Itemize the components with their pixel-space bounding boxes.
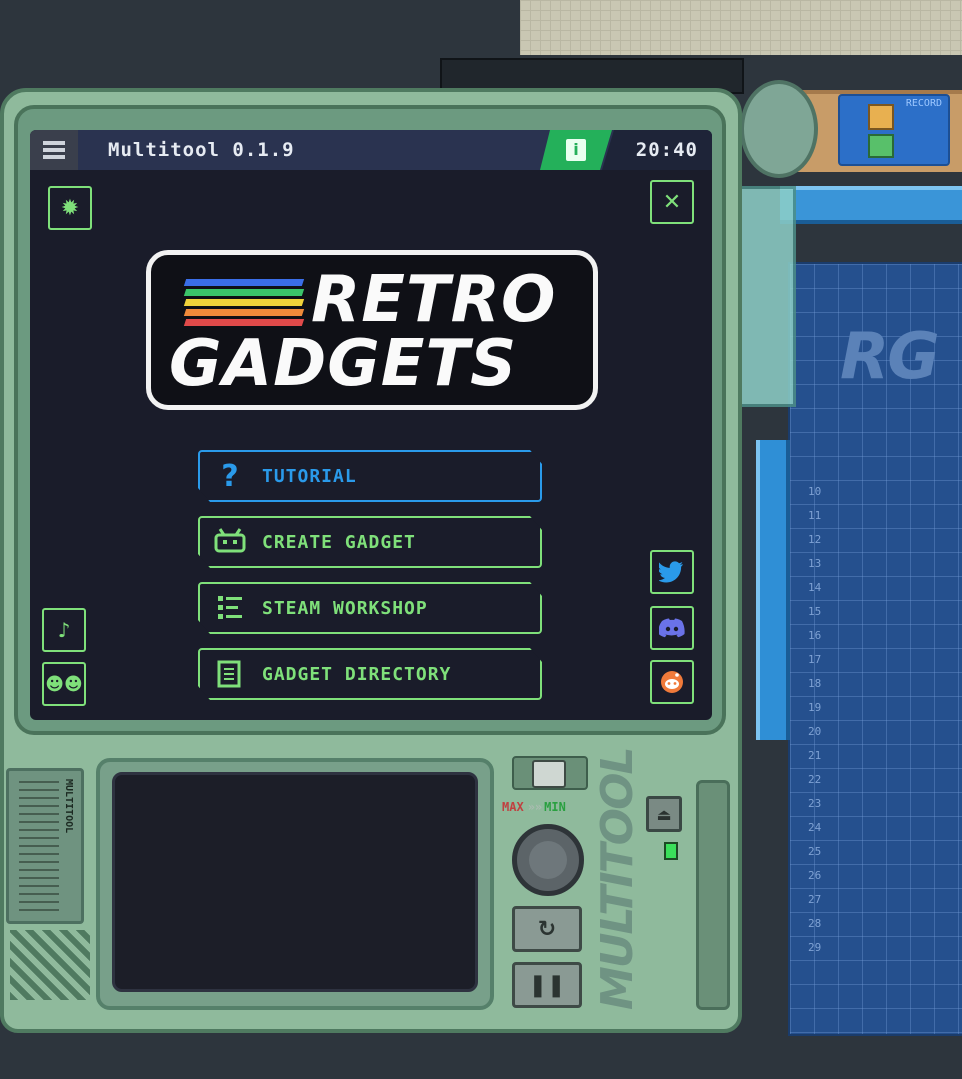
logo-line-2: GADGETS bbox=[169, 327, 518, 401]
logo-stripe bbox=[183, 299, 305, 306]
blue-pipe-vertical bbox=[756, 440, 790, 740]
logo-line-1: RETRO bbox=[311, 263, 557, 337]
menu-item-label: TUTORIAL bbox=[262, 465, 357, 487]
menu-item-create-gadget[interactable]: CREATE GADGET bbox=[198, 516, 542, 568]
ruler-number: 14 bbox=[808, 581, 822, 594]
pause-icon: ❚❚ bbox=[528, 972, 566, 998]
menu-item-steam-workshop[interactable]: STEAM WORKSHOP bbox=[198, 582, 542, 634]
logo-stripes bbox=[183, 279, 305, 329]
ruler-number: 11 bbox=[808, 509, 822, 522]
multitool-brand: MULTITOOL bbox=[592, 748, 643, 1010]
ruler-number: 10 bbox=[808, 485, 822, 498]
ruler-number: 15 bbox=[808, 605, 822, 618]
grid-paper bbox=[520, 0, 962, 55]
record-label: RECORD bbox=[905, 98, 942, 109]
document-icon bbox=[214, 658, 246, 690]
mat-logo: RG bbox=[840, 320, 940, 394]
discord-button[interactable] bbox=[650, 606, 694, 650]
logo-stripe bbox=[183, 319, 305, 326]
ruler-number: 16 bbox=[808, 629, 822, 642]
eject-button[interactable]: ⏏ bbox=[646, 796, 682, 832]
arrows-icon: »» bbox=[527, 800, 543, 814]
menu-item-label: STEAM WORKSHOP bbox=[262, 597, 428, 619]
secondary-screen bbox=[112, 772, 478, 992]
blue-pipe-horizontal bbox=[780, 186, 962, 224]
reset-button[interactable]: ↻ bbox=[512, 906, 582, 952]
menu-item-label: CREATE GADGET bbox=[262, 531, 416, 553]
ruler-number: 24 bbox=[808, 821, 822, 834]
switch-knob[interactable] bbox=[532, 760, 566, 788]
ruler-number: 20 bbox=[808, 725, 822, 738]
ruler-number: 13 bbox=[808, 557, 822, 570]
ruler-number: 17 bbox=[808, 653, 822, 666]
menu-button[interactable] bbox=[30, 130, 78, 170]
mat-ruler: 10 11 12 13 14 15 16 17 18 19 20 21 22 23 24 25 26 27 28 29 bbox=[808, 480, 830, 960]
gear-icon: ✹ bbox=[60, 195, 80, 221]
ruler-number: 26 bbox=[808, 869, 822, 882]
question-mark-icon: ? bbox=[221, 458, 239, 494]
info-button[interactable]: i bbox=[540, 130, 612, 170]
record-button[interactable] bbox=[868, 104, 894, 130]
credits-button[interactable]: ☻☻ bbox=[42, 662, 86, 706]
gear-wheel bbox=[740, 80, 818, 178]
min-label: MIN bbox=[544, 800, 566, 814]
panel-label: MULTITOOL bbox=[63, 779, 74, 834]
side-bracket bbox=[738, 186, 796, 407]
ruler-number: 28 bbox=[808, 917, 822, 930]
settings-button[interactable]: ✹ bbox=[48, 186, 92, 230]
menu-item-gadget-directory[interactable]: GADGET DIRECTORY bbox=[198, 648, 542, 700]
ruler-number: 12 bbox=[808, 533, 822, 546]
eject-icon: ⏏ bbox=[656, 804, 672, 824]
ruler-number: 19 bbox=[808, 701, 822, 714]
volume-dial[interactable] bbox=[512, 824, 584, 896]
hamburger-menu-icon bbox=[43, 141, 65, 159]
status-led bbox=[664, 842, 678, 860]
pause-button[interactable]: ❚❚ bbox=[512, 962, 582, 1008]
play-button[interactable] bbox=[868, 134, 894, 158]
close-icon: ✕ bbox=[662, 189, 682, 215]
main-screen: Multitool 0.1.9 i 20:40 ✹ ✕ RETRO GADGET… bbox=[30, 130, 712, 720]
people-icon: ☻☻ bbox=[45, 673, 83, 695]
menu-item-label: GADGET DIRECTORY bbox=[262, 663, 452, 685]
ruler-number: 21 bbox=[808, 749, 822, 762]
dial-labels: MAX»» MIN bbox=[502, 800, 566, 814]
logo-stripe bbox=[183, 309, 305, 316]
reddit-icon bbox=[661, 671, 683, 693]
ruler-number: 18 bbox=[808, 677, 822, 690]
ruler-number: 23 bbox=[808, 797, 822, 810]
music-button[interactable]: ♪ bbox=[42, 608, 86, 652]
discord-icon bbox=[659, 618, 685, 638]
close-button[interactable]: ✕ bbox=[650, 180, 694, 224]
list-icon bbox=[214, 592, 246, 624]
reddit-button[interactable] bbox=[650, 660, 694, 704]
twitter-button[interactable] bbox=[650, 550, 694, 594]
ruler-number: 25 bbox=[808, 845, 822, 858]
info-icon: i bbox=[566, 139, 586, 161]
twitter-icon bbox=[659, 561, 683, 583]
toggle-switch[interactable] bbox=[512, 756, 588, 790]
reset-icon: ↻ bbox=[537, 916, 557, 942]
logo-stripe bbox=[183, 289, 305, 296]
app-title: Multitool 0.1.9 bbox=[108, 139, 295, 161]
menu-item-tutorial[interactable]: ? TUTORIAL bbox=[198, 450, 542, 502]
music-note-icon: ♪ bbox=[57, 618, 71, 642]
ruler-number: 27 bbox=[808, 893, 822, 906]
label-lines bbox=[19, 781, 59, 911]
clock: 20:40 bbox=[635, 139, 698, 161]
ruler-number: 29 bbox=[808, 941, 822, 954]
logo-stripe bbox=[183, 279, 305, 286]
gadget-icon bbox=[214, 526, 246, 558]
ruler-number: 22 bbox=[808, 773, 822, 786]
side-rail bbox=[696, 780, 730, 1010]
vent-grill bbox=[10, 930, 90, 1000]
side-label-panel: MULTITOOL bbox=[6, 768, 84, 924]
header-bar: Multitool 0.1.9 i 20:40 bbox=[30, 130, 712, 170]
record-module[interactable]: RECORD bbox=[838, 94, 950, 166]
retro-gadgets-logo: RETRO GADGETS bbox=[146, 250, 598, 410]
max-label: MAX bbox=[502, 800, 524, 814]
